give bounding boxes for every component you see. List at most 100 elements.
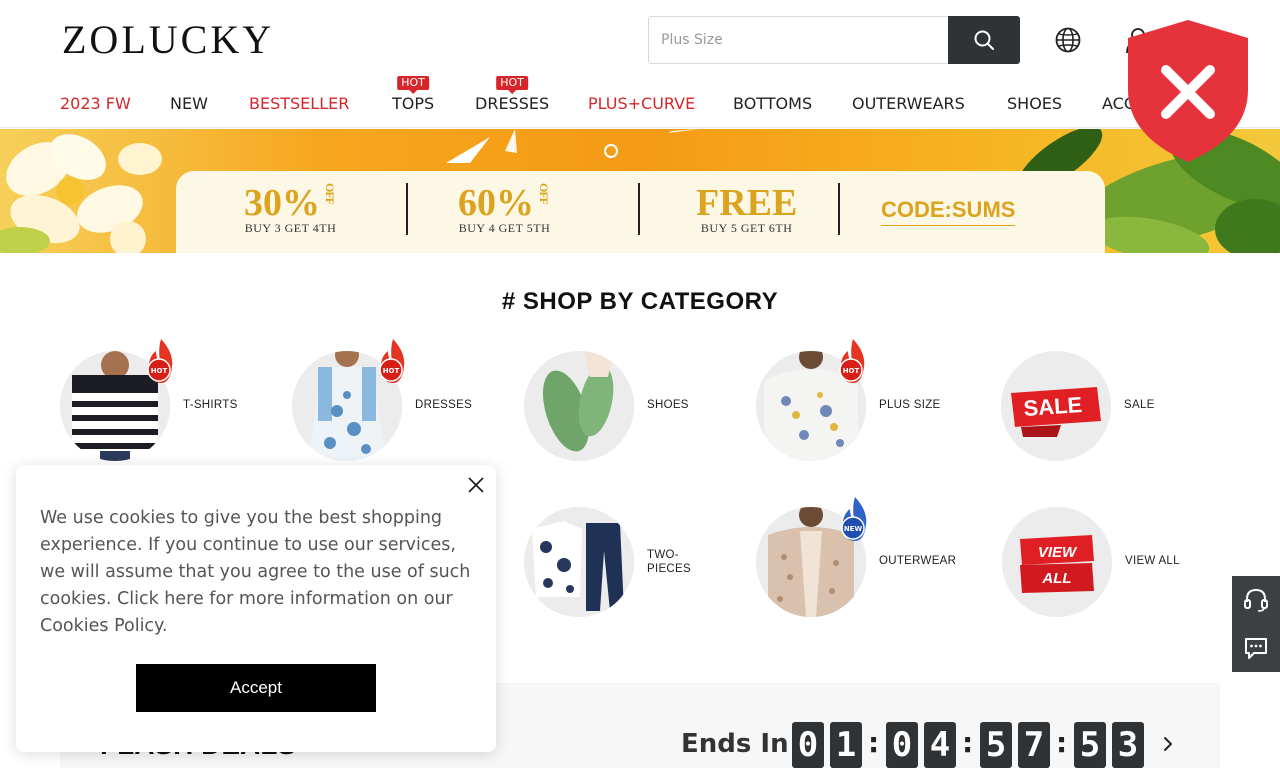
countdown-digit: 0 — [886, 722, 918, 768]
search-icon — [974, 30, 994, 50]
category-image — [524, 507, 634, 617]
accept-cookies-button[interactable]: Accept — [136, 664, 376, 712]
customer-service-button[interactable] — [1232, 576, 1280, 624]
promo-value: FREE — [696, 182, 798, 224]
search-input[interactable] — [648, 16, 948, 64]
countdown-colon: : — [1056, 726, 1068, 759]
nav-item-outerwears[interactable]: OUTERWEARS — [852, 94, 965, 113]
page: ZOLUCKY 2023 FW NEW BESTSELLER HOT TOPS … — [0, 0, 1280, 768]
chat-bubble-icon — [1245, 638, 1267, 659]
nav-label: OUTERWEARS — [852, 94, 965, 113]
category-label: T-SHIRTS — [183, 399, 238, 411]
countdown-digit: 5 — [1074, 722, 1106, 768]
two-pieces-image — [524, 507, 634, 617]
nav-label: BOTTOMS — [733, 94, 813, 113]
headset-icon — [1244, 588, 1268, 612]
nav-label: TOPS — [392, 94, 435, 113]
nav-item-plus-curve[interactable]: PLUS+CURVE — [588, 94, 695, 113]
nav-item-bestseller[interactable]: BESTSELLER — [249, 94, 349, 113]
countdown-digit: 3 — [1112, 722, 1144, 768]
nav-label: DRESSES — [475, 94, 550, 113]
promo-banner[interactable]: 30% OFF BUY 3 GET 4TH 60% OFF BUY 4 GET 5T… — [0, 129, 1280, 253]
nav-item-tops[interactable]: HOT TOPS — [392, 76, 435, 113]
new-badge-text: NEW — [844, 525, 863, 533]
nav-item-shoes[interactable]: SHOES — [1007, 94, 1062, 113]
ends-in-label: Ends In — [681, 729, 789, 759]
promo-off: OFF — [537, 183, 551, 204]
category-label: PLUS SIZE — [879, 399, 941, 411]
chevron-right-icon[interactable] — [1158, 734, 1178, 754]
countdown-digit: 0 — [792, 722, 824, 768]
svg-text:HOT: HOT — [843, 367, 860, 375]
nav-label: SHOES — [1007, 94, 1063, 113]
category-two-pieces[interactable]: TWO- PIECES — [524, 507, 744, 619]
category-label: TWO- PIECES — [647, 549, 691, 575]
view-all-art-text: VIEW — [1038, 544, 1078, 561]
promo-card: 30% OFF BUY 3 GET 4TH 60% OFF BUY 4 GET 5T… — [176, 171, 1105, 253]
category-t-shirts[interactable]: HOT T-SHIRTS — [60, 339, 280, 463]
category-image: VIEW ALL — [1002, 507, 1112, 617]
category-outerwear[interactable]: NEW OUTERWEAR — [756, 497, 976, 619]
category-image — [524, 351, 634, 461]
green-shoes-image — [524, 351, 634, 461]
site-logo[interactable]: ZOLUCKY — [62, 20, 274, 60]
language-globe-icon[interactable] — [1054, 26, 1082, 54]
sale-art-text: SALE — [1023, 392, 1083, 421]
category-view-all[interactable]: VIEW ALL VIEW ALL — [1002, 507, 1222, 619]
svg-text:HOT: HOT — [151, 367, 168, 375]
category-image: SALE — [1001, 351, 1111, 461]
category-plus-size[interactable]: HOT PLUS SIZE — [756, 339, 976, 463]
promo-buy4: 60% OFF BUY 4 GET 5TH — [458, 183, 551, 236]
chat-button[interactable] — [1232, 624, 1280, 672]
svg-text:HOT: HOT — [383, 367, 400, 375]
countdown-digit: 4 — [924, 722, 956, 768]
carousel-indicator[interactable] — [604, 144, 618, 158]
promo-value: 60% — [458, 182, 534, 224]
hot-flame-badge-icon: HOT — [147, 339, 173, 383]
category-shoes[interactable]: SHOES — [524, 351, 744, 463]
promo-buy3: 30% OFF BUY 3 GET 4TH — [244, 183, 337, 236]
category-label: VIEW ALL — [1125, 555, 1180, 567]
security-shield-icon[interactable] — [1126, 18, 1250, 164]
promo-code: CODE:SUMS — [881, 197, 1016, 226]
cookie-message: We use cookies to give you the best shop… — [40, 508, 471, 636]
promo-condition: BUY 5 GET 6TH — [700, 221, 793, 235]
category-dresses[interactable]: HOT DRESSES — [292, 339, 512, 463]
nav-item-new[interactable]: NEW — [170, 94, 208, 113]
promo-condition: BUY 4 GET 5TH — [458, 221, 551, 235]
hot-badge: HOT — [496, 76, 528, 94]
cookie-consent-dialog: We use cookies to give you the best shop… — [16, 465, 496, 752]
view-all-art-text: ALL — [1041, 570, 1071, 587]
nav-label: BESTSELLER — [249, 94, 350, 113]
promo-divider — [638, 183, 640, 235]
new-flame-badge-icon: NEW — [841, 497, 867, 541]
countdown-colon: : — [868, 726, 880, 759]
category-label: OUTERWEAR — [879, 555, 957, 567]
close-icon[interactable] — [466, 475, 486, 495]
category-label: SHOES — [647, 399, 689, 411]
promo-condition: BUY 3 GET 4TH — [244, 221, 337, 235]
nav-item-2023-fw[interactable]: 2023 FW — [60, 94, 131, 113]
hot-flame-badge-icon: HOT — [379, 339, 405, 383]
nav-item-bottoms[interactable]: BOTTOMS — [733, 94, 812, 113]
promo-buy5: FREE BUY 5 GET 6TH — [696, 183, 797, 236]
view-all-banner-image: VIEW ALL — [1002, 507, 1112, 617]
category-label: SALE — [1124, 399, 1155, 411]
nav-item-dresses[interactable]: HOT DRESSES — [475, 76, 550, 113]
category-label: DRESSES — [415, 399, 473, 411]
category-sale[interactable]: SALE SALE — [1001, 351, 1221, 463]
main-nav: 2023 FW NEW BESTSELLER HOT TOPS HOT DRES… — [0, 76, 1280, 128]
section-title: # SHOP BY CATEGORY — [501, 288, 779, 315]
countdown-digit: 1 — [830, 722, 862, 768]
sale-banner-image: SALE — [1001, 351, 1111, 461]
countdown-digit: 7 — [1018, 722, 1050, 768]
hot-flame-badge-icon: HOT — [839, 339, 865, 383]
hot-badge: HOT — [397, 76, 429, 94]
nav-label: 2023 FW — [60, 94, 131, 113]
promo-value: 30% — [244, 182, 320, 224]
search-button[interactable] — [948, 16, 1020, 64]
countdown-colon: : — [962, 726, 974, 759]
promo-divider — [838, 183, 840, 235]
countdown-digit: 5 — [980, 722, 1012, 768]
promo-divider — [406, 183, 408, 235]
